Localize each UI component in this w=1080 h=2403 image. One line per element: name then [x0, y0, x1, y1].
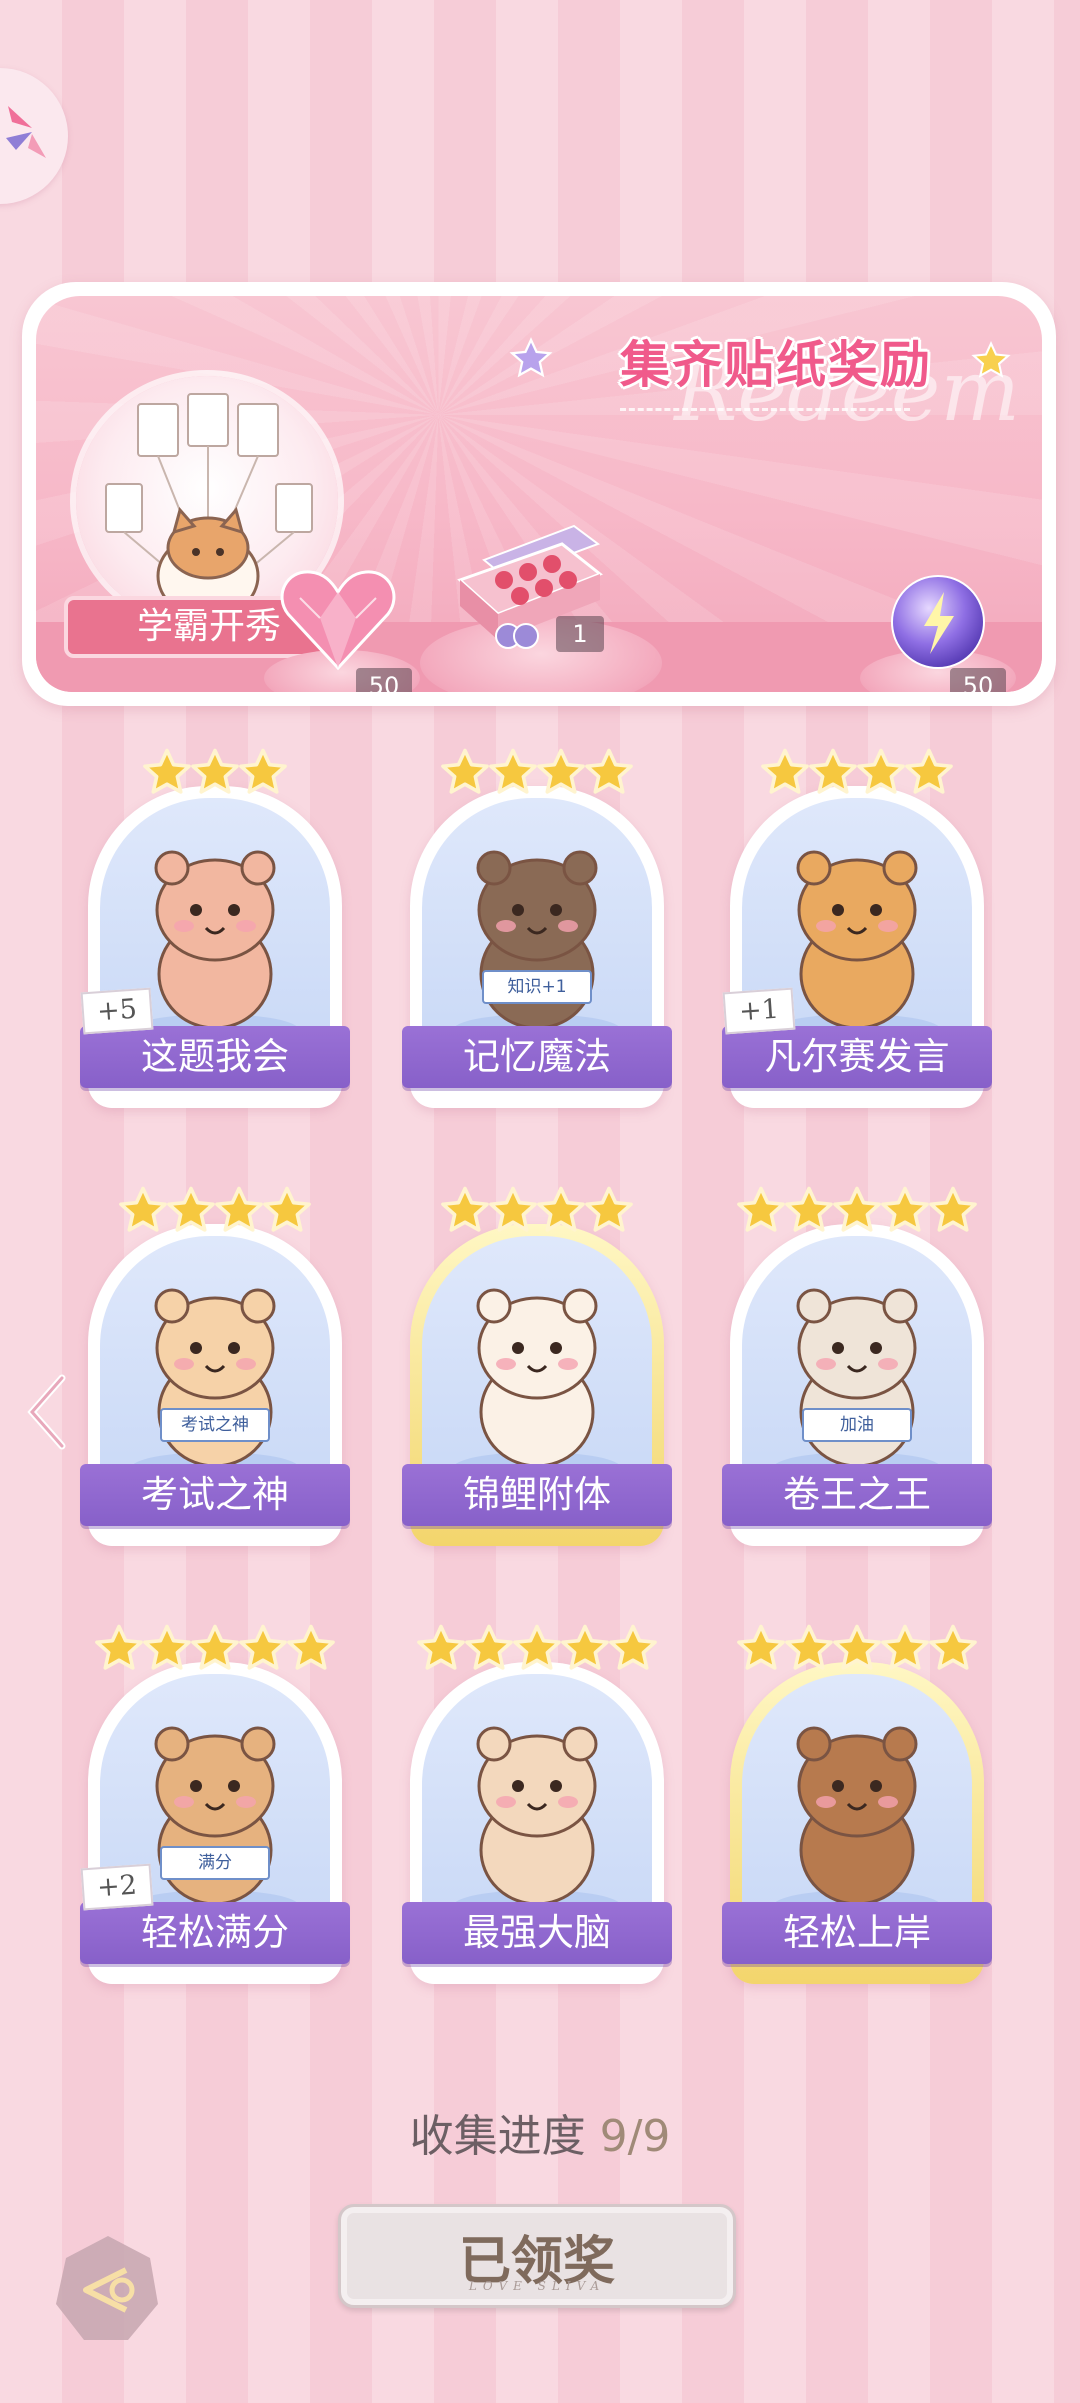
claimed-sub-label: LOVE SLIVA: [468, 2279, 606, 2293]
star-icon: [143, 748, 191, 794]
star-icon: [417, 1624, 465, 1670]
sticker-card[interactable]: 轻松上岸: [722, 1622, 992, 1984]
illustration-text: 加油: [802, 1408, 912, 1442]
star-icon: [441, 748, 489, 794]
reward-banner: Redeem 集齐贴纸奖励 学霸开秀 50 1 50: [22, 282, 1056, 706]
star-icon: [191, 1624, 239, 1670]
star-icon: [585, 1186, 633, 1232]
sticker-card[interactable]: 最强大脑: [402, 1622, 672, 1984]
duplicate-count-tag: +5: [80, 987, 154, 1035]
star-icon: [95, 1624, 143, 1670]
star-icon: [191, 748, 239, 794]
star-icon: [537, 1186, 585, 1232]
card-label: 最强大脑: [402, 1902, 672, 1964]
purple-star-icon: [509, 337, 553, 378]
star-icon: [881, 1624, 929, 1670]
banner-title: 集齐贴纸奖励: [620, 336, 932, 394]
star-icon: [441, 1186, 489, 1232]
reward-count: 50: [950, 668, 1006, 692]
star-icon: [561, 1624, 609, 1670]
star-rating: [730, 1184, 984, 1244]
sticker-card[interactable]: 凡尔赛发言 +1: [722, 746, 992, 1108]
sticker-card[interactable]: 满分轻松满分 +2: [80, 1622, 350, 1984]
star-icon: [263, 1186, 311, 1232]
star-icon: [761, 748, 809, 794]
reward-count: 50: [356, 668, 412, 692]
star-icon: [929, 1186, 977, 1232]
illustration-text: 考试之神: [160, 1408, 270, 1442]
back-button-icon[interactable]: [48, 2230, 168, 2350]
star-rating: [88, 1184, 342, 1244]
star-icon: [785, 1624, 833, 1670]
star-rating: [410, 1184, 664, 1244]
progress-label: 收集进度: [409, 2111, 586, 2162]
star-icon: [537, 748, 585, 794]
sticker-card[interactable]: 考试之神 考试之神: [80, 1184, 350, 1546]
pink-diamond-heart-icon: [280, 570, 396, 671]
sticker-card[interactable]: 知识+1 记忆魔法: [402, 746, 672, 1108]
progress-value: 9/9: [599, 2111, 671, 2162]
star-icon: [143, 1624, 191, 1670]
star-icon: [167, 1186, 215, 1232]
duplicate-count-tag: +1: [722, 987, 796, 1035]
star-icon: [809, 748, 857, 794]
star-icon: [737, 1624, 785, 1670]
illustration-text: 知识+1: [482, 970, 592, 1004]
star-rating: [88, 746, 342, 806]
card-label: 这题我会: [80, 1026, 350, 1088]
star-icon: [737, 1186, 785, 1232]
card-label: 凡尔赛发言: [722, 1026, 992, 1088]
lightning-orb-icon: [891, 575, 985, 669]
illustration-text: 满分: [160, 1846, 270, 1880]
prev-page-arrow-icon[interactable]: [22, 1372, 70, 1452]
sticker-card[interactable]: 加油 卷王之王: [722, 1184, 992, 1546]
star-rating: [730, 1622, 984, 1682]
card-label: 卷王之王: [722, 1464, 992, 1526]
claimed-button[interactable]: 已领奖 LOVE SLIVA: [338, 2204, 736, 2308]
star-icon: [785, 1186, 833, 1232]
star-rating: [410, 746, 664, 806]
reward-count: 1: [556, 616, 604, 652]
star-icon: [465, 1624, 513, 1670]
star-icon: [929, 1624, 977, 1670]
collection-progress: 收集进度 9/9: [0, 2100, 1080, 2164]
duplicate-count-tag: +2: [80, 1863, 154, 1911]
card-label: 锦鲤附体: [402, 1464, 672, 1526]
star-icon: [833, 1186, 881, 1232]
star-icon: [905, 748, 953, 794]
gold-star-icon: [971, 340, 1011, 378]
star-rating: [88, 1622, 342, 1682]
card-label: 轻松上岸: [722, 1902, 992, 1964]
star-icon: [215, 1186, 263, 1232]
star-rating: [730, 746, 984, 806]
sticker-card[interactable]: 锦鲤附体: [402, 1184, 672, 1546]
star-icon: [239, 748, 287, 794]
star-icon: [857, 748, 905, 794]
star-icon: [513, 1624, 561, 1670]
card-label: 轻松满分: [80, 1902, 350, 1964]
star-icon: [489, 748, 537, 794]
star-icon: [489, 1186, 537, 1232]
star-icon: [287, 1624, 335, 1670]
menu-button[interactable]: [0, 68, 68, 204]
sticker-card[interactable]: 这题我会 +5: [80, 746, 350, 1108]
card-label: 记忆魔法: [402, 1026, 672, 1088]
star-icon: [585, 748, 633, 794]
star-icon: [609, 1624, 657, 1670]
pinwheel-icon: [6, 106, 46, 158]
star-icon: [119, 1186, 167, 1232]
star-icon: [239, 1624, 287, 1670]
card-label: 考试之神: [80, 1464, 350, 1526]
star-icon: [833, 1624, 881, 1670]
star-rating: [410, 1622, 664, 1682]
star-icon: [881, 1186, 929, 1232]
